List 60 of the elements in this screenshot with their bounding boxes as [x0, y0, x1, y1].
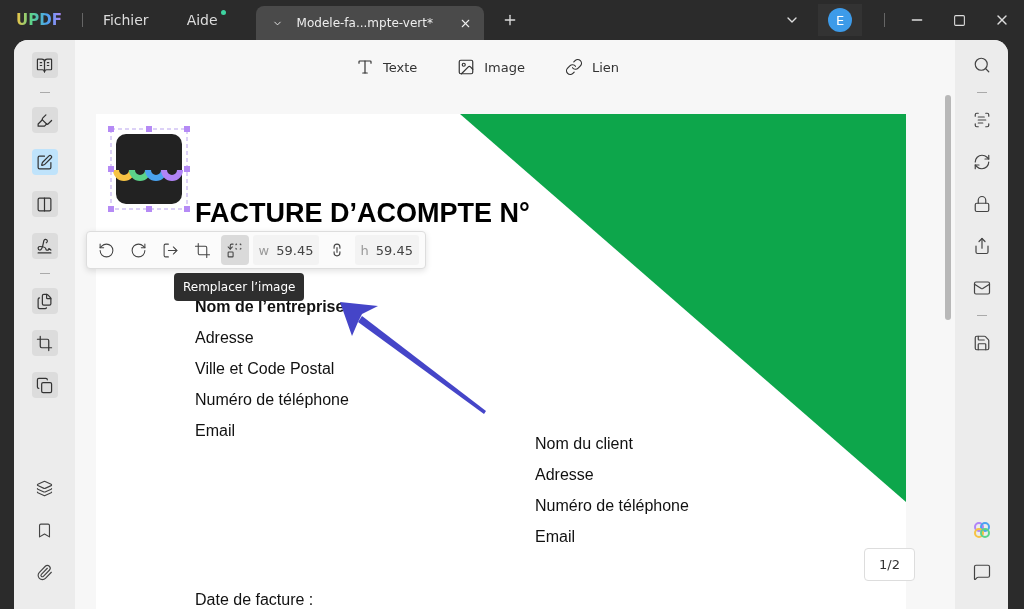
lock-icon[interactable] [972, 195, 991, 213]
tool-button[interactable] [31, 191, 58, 217]
selected-image[interactable] [108, 126, 190, 212]
image-icon[interactable] [457, 58, 476, 76]
form-icon [36, 195, 53, 213]
layers-icon[interactable] [36, 479, 53, 497]
pages-icon [36, 292, 53, 310]
tool-button[interactable] [31, 233, 58, 259]
crop-icon [36, 334, 53, 352]
rotate-left-icon [98, 241, 116, 259]
tool-button[interactable] [31, 288, 58, 314]
invoice-date-label: Date de facture : [195, 591, 315, 609]
scrollbar-thumb[interactable] [944, 95, 951, 320]
crop-icon [194, 241, 212, 259]
sender-line: Nom de l’entreprise [195, 298, 346, 317]
client-line: Email [535, 528, 576, 547]
invoice-title: FACTURE D’ACOMPTE N° [195, 198, 531, 229]
sender-line: Email [195, 422, 236, 441]
message-icon[interactable] [972, 563, 991, 581]
tooltip: Remplacer l’image [174, 273, 305, 301]
edit-tool-label[interactable]: Image [484, 59, 525, 75]
scan-text-icon[interactable] [972, 111, 991, 129]
client-line: Numéro de téléphone [535, 497, 689, 516]
copy-icon [36, 376, 53, 394]
replace-button[interactable] [220, 235, 249, 265]
tool-button[interactable] [31, 107, 58, 133]
signature-icon [36, 237, 53, 255]
width-field[interactable]: w 59.45 [252, 235, 319, 265]
tool-button[interactable] [31, 372, 58, 398]
refresh-icon[interactable] [972, 153, 991, 171]
text-icon[interactable] [355, 58, 374, 76]
sender-line: Numéro de téléphone [195, 391, 350, 410]
export-icon [162, 241, 180, 259]
height-field[interactable]: h 59.45 [354, 235, 419, 265]
edit-tool-label[interactable]: Texte [382, 59, 418, 75]
sender-line: Ville et Code Postal [195, 360, 336, 379]
tool-button[interactable] [31, 149, 58, 175]
tool-button[interactable] [31, 330, 58, 356]
sender-line: Adresse [195, 329, 255, 348]
replace-icon [226, 241, 244, 259]
rotate-right-icon [130, 241, 148, 259]
edit-tool-label[interactable]: Lien [591, 59, 620, 75]
mail-icon[interactable] [972, 279, 991, 297]
maximize-icon[interactable] [953, 13, 966, 27]
search-icon[interactable] [972, 56, 991, 74]
page-indicator[interactable]: 1/2 [864, 548, 915, 581]
save-icon[interactable] [972, 334, 991, 352]
client-line: Adresse [535, 466, 595, 485]
client-line: Nom du client [535, 435, 634, 454]
menu-item[interactable]: Fichier [102, 12, 149, 28]
link-icon[interactable] [564, 58, 583, 76]
reader-icon [36, 56, 53, 74]
share-icon[interactable] [972, 237, 991, 255]
tool-button[interactable] [31, 52, 58, 78]
document-tab[interactable]: Modele-fa...mpte-vert* [255, 6, 484, 40]
paperclip-icon[interactable] [36, 563, 53, 581]
menu-item[interactable]: Aide [186, 12, 218, 28]
highlighter-icon [36, 111, 53, 129]
bookmark-icon[interactable] [36, 521, 53, 539]
edit-icon [36, 153, 53, 171]
